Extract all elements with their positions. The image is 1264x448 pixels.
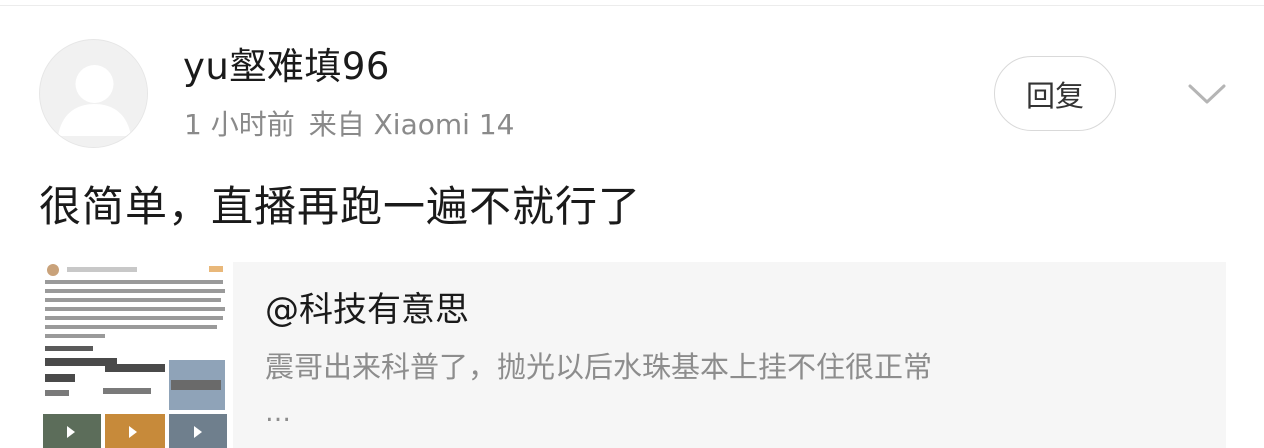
default-avatar-icon (40, 40, 147, 147)
quoted-post-text: 震哥出来科普了，抛光以后水珠基本上挂不住很正常 (265, 350, 933, 384)
post-source: 来自 Xiaomi 14 (308, 108, 515, 141)
chevron-down-icon[interactable] (1186, 78, 1228, 108)
quoted-post-ellipsis: … (265, 398, 294, 428)
comment-text: 很简单，直播再跑一遍不就行了 (39, 182, 642, 231)
top-divider (0, 5, 1264, 6)
post-time: 1 小时前 (184, 108, 295, 141)
quoted-post-card[interactable]: @科技有意思 震哥出来科普了，抛光以后水珠基本上挂不住很正常 … (39, 262, 1226, 448)
avatar[interactable] (39, 39, 148, 148)
reply-button[interactable]: 回复 (994, 56, 1116, 131)
quoted-post-author[interactable]: @科技有意思 (265, 288, 469, 332)
username[interactable]: yu壑难填96 (183, 44, 390, 90)
quoted-post-thumbnail (39, 262, 233, 448)
comment-meta: 1 小时前 来自 Xiaomi 14 (184, 107, 514, 143)
